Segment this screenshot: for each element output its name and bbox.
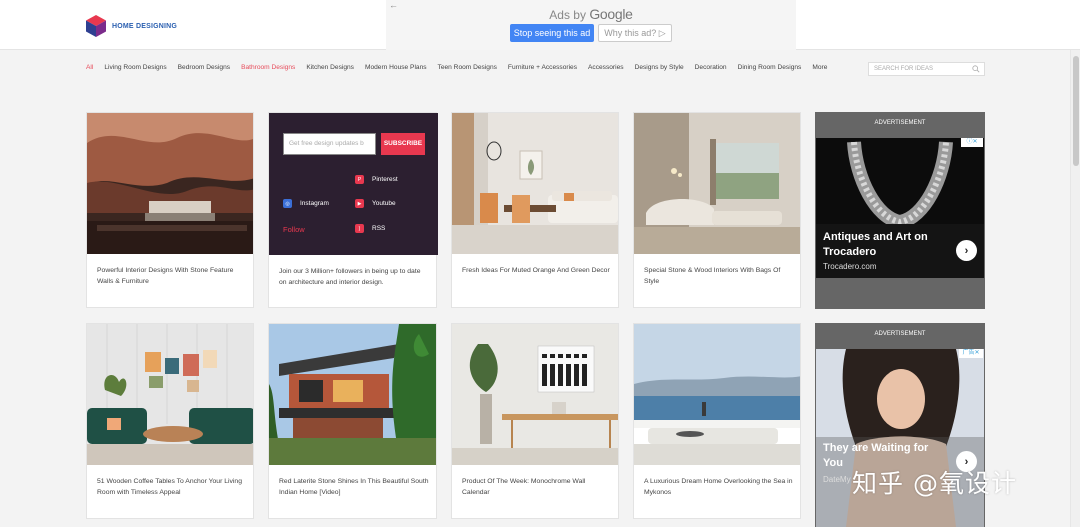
search-input[interactable]: SEARCH FOR IDEAS: [868, 62, 985, 76]
social-instagram-link[interactable]: ◎ Instagram: [283, 199, 329, 208]
nav-item-house-plans[interactable]: Modern House Plans: [365, 64, 427, 71]
logo-cube-icon: [86, 15, 106, 37]
stop-seeing-ad-button[interactable]: Stop seeing this ad: [510, 24, 594, 42]
article-title[interactable]: Red Laterite Stone Shines In This Beauti…: [279, 476, 429, 498]
social-rss-link[interactable]: ) RSS: [355, 224, 385, 233]
nav-item-dining-room[interactable]: Dining Room Designs: [738, 64, 802, 71]
article-title[interactable]: 51 Wooden Coffee Tables To Anchor Your L…: [97, 476, 247, 498]
nav-item-bathroom[interactable]: Bathroom Designs: [241, 64, 295, 71]
article-title[interactable]: Product Of The Week: Monochrome Wall Cal…: [462, 476, 612, 498]
article-card[interactable]: Powerful Interior Designs With Stone Fea…: [86, 112, 254, 308]
ad-label: ADVERTISEMENT: [874, 331, 926, 337]
pinterest-icon: P: [355, 175, 364, 184]
social-pinterest-link[interactable]: P Pinterest: [355, 175, 398, 184]
nav-item-more[interactable]: More: [812, 64, 827, 71]
article-image[interactable]: [452, 324, 618, 465]
ad-creative[interactable]: ⓘ✕ Antiques and Art on Trocadero Trocade…: [816, 138, 984, 278]
article-image[interactable]: [634, 113, 800, 254]
nav-item-accessories[interactable]: Accessories: [588, 64, 624, 71]
article-card[interactable]: Product Of The Week: Monochrome Wall Cal…: [451, 323, 619, 519]
why-this-ad-button[interactable]: Why this ad? ▷: [598, 24, 672, 42]
article-image[interactable]: [87, 324, 253, 465]
sidebar-ad[interactable]: ADVERTISEMENT ⓘ✕ Antiques and Art on Tro…: [815, 112, 985, 309]
subscribe-panel: Get free design updates b SUBSCRIBE P Pi…: [269, 113, 438, 255]
page-scrollbar[interactable]: [1070, 50, 1080, 527]
pinterest-label: Pinterest: [372, 176, 398, 183]
search-icon[interactable]: [972, 65, 980, 73]
subscribe-email-field[interactable]: Get free design updates b: [283, 133, 376, 155]
article-image[interactable]: [87, 113, 253, 254]
social-youtube-link[interactable]: ▶ Youtube: [355, 199, 396, 208]
instagram-label: Instagram: [300, 200, 329, 207]
top-banner-ad: ← Ads by Google Stop seeing this ad Why …: [386, 0, 796, 50]
nav-item-furniture[interactable]: Furniture + Accessories: [508, 64, 577, 71]
article-card[interactable]: Red Laterite Stone Shines In This Beauti…: [268, 323, 437, 519]
youtube-label: Youtube: [372, 200, 396, 207]
ad-label: ADVERTISEMENT: [874, 120, 926, 126]
ad-source: Trocadero.com: [823, 262, 877, 271]
ad-title[interactable]: Antiques and Art on Trocadero: [823, 230, 943, 260]
nav-item-by-style[interactable]: Designs by Style: [635, 64, 684, 71]
nav-item-teen-room[interactable]: Teen Room Designs: [438, 64, 497, 71]
article-card[interactable]: Special Stone & Wood Interiors With Bags…: [633, 112, 801, 308]
site-header: HOME DESIGNING ← Ads by Google Stop seei…: [0, 0, 1080, 50]
zhihu-watermark: 知乎 @氧设计: [852, 469, 1017, 498]
logo-text: HOME DESIGNING: [112, 22, 178, 30]
rss-label: RSS: [372, 225, 386, 232]
nav-item-kitchen[interactable]: Kitchen Designs: [306, 64, 354, 71]
article-image[interactable]: [634, 324, 800, 465]
instagram-icon: ◎: [283, 199, 292, 208]
nav-item-decoration[interactable]: Decoration: [695, 64, 727, 71]
nav-item-bedroom[interactable]: Bedroom Designs: [178, 64, 230, 71]
chevron-right-icon[interactable]: ›: [956, 240, 977, 261]
article-title[interactable]: Special Stone & Wood Interiors With Bags…: [644, 265, 794, 287]
article-card[interactable]: 51 Wooden Coffee Tables To Anchor Your L…: [86, 323, 254, 519]
scrollbar-thumb[interactable]: [1073, 56, 1079, 166]
article-card[interactable]: Fresh Ideas For Muted Orange And Green D…: [451, 112, 619, 308]
ad-choices-icon[interactable]: 广告✕: [959, 349, 983, 358]
article-title[interactable]: A Luxurious Dream Home Overlooking the S…: [644, 476, 794, 498]
rss-icon: ): [355, 224, 364, 233]
follow-label: Follow: [283, 225, 305, 234]
ads-by-google: Ads by Google: [549, 6, 633, 22]
article-title[interactable]: Fresh Ideas For Muted Orange And Green D…: [462, 265, 612, 276]
youtube-icon: ▶: [355, 199, 364, 208]
article-card[interactable]: A Luxurious Dream Home Overlooking the S…: [633, 323, 801, 519]
ad-choices-icon[interactable]: ⓘ✕: [961, 138, 983, 147]
subscribe-card: Get free design updates b SUBSCRIBE P Pi…: [268, 112, 438, 308]
ad-source: DateMy: [823, 475, 851, 484]
subscribe-button[interactable]: SUBSCRIBE: [381, 133, 425, 155]
subscribe-caption: Join our 3 Million+ followers in being u…: [279, 268, 421, 286]
category-nav: All Living Room Designs Bedroom Designs …: [86, 64, 838, 71]
nav-item-living-room[interactable]: Living Room Designs: [104, 64, 166, 71]
article-title[interactable]: Powerful Interior Designs With Stone Fea…: [97, 265, 247, 287]
article-image[interactable]: [269, 324, 436, 465]
search-placeholder: SEARCH FOR IDEAS: [874, 66, 934, 72]
article-image[interactable]: [452, 113, 618, 254]
site-logo[interactable]: HOME DESIGNING: [86, 15, 177, 37]
ad-creative[interactable]: 广告✕ They are Waiting for You DateMy ›: [816, 349, 984, 527]
nav-item-all[interactable]: All: [86, 64, 93, 71]
